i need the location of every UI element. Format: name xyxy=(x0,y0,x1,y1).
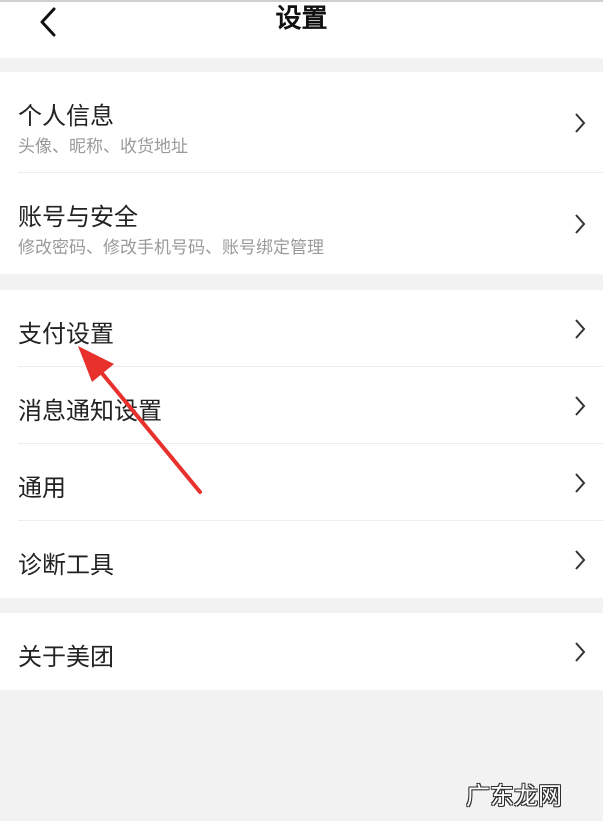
settings-item-title: 支付设置 xyxy=(18,320,114,348)
settings-item-title: 账号与安全 xyxy=(18,203,138,231)
settings-item-title: 通用 xyxy=(18,474,66,502)
chevron-right-icon xyxy=(575,472,586,493)
settings-item-subtitle: 头像、昵称、收货地址 xyxy=(18,137,188,157)
settings-item-personal-info[interactable]: 个人信息 头像、昵称、收货地址 xyxy=(0,72,603,173)
settings-item-payment[interactable]: 支付设置 xyxy=(0,290,603,367)
settings-group-profile: 个人信息 头像、昵称、收货地址 账号与安全 修改密码、修改手机号码、账号绑定管理 xyxy=(0,72,603,274)
chevron-right-icon xyxy=(575,112,586,133)
top-bar: 设置 xyxy=(0,0,603,58)
settings-item-diagnostics[interactable]: 诊断工具 xyxy=(0,521,603,598)
settings-item-about[interactable]: 关于美团 xyxy=(0,613,603,690)
settings-item-title: 诊断工具 xyxy=(18,551,114,579)
settings-item-title: 个人信息 xyxy=(18,102,114,130)
chevron-right-icon xyxy=(575,641,586,662)
settings-item-account-security[interactable]: 账号与安全 修改密码、修改手机号码、账号绑定管理 xyxy=(0,173,603,274)
chevron-right-icon xyxy=(575,549,586,570)
settings-group-about: 关于美团 xyxy=(0,613,603,690)
chevron-right-icon xyxy=(575,318,586,339)
settings-item-subtitle: 修改密码、修改手机号码、账号绑定管理 xyxy=(18,238,324,258)
settings-item-title: 关于美团 xyxy=(18,643,114,671)
settings-item-notifications[interactable]: 消息通知设置 xyxy=(0,367,603,444)
watermark-text: 广东龙网 xyxy=(466,782,562,810)
settings-group-general: 支付设置 消息通知设置 通用 诊断工具 xyxy=(0,290,603,598)
page-title: 设置 xyxy=(275,4,328,34)
chevron-right-icon xyxy=(575,395,586,416)
settings-item-title: 消息通知设置 xyxy=(18,397,162,425)
chevron-right-icon xyxy=(575,213,586,234)
settings-item-general[interactable]: 通用 xyxy=(0,444,603,521)
